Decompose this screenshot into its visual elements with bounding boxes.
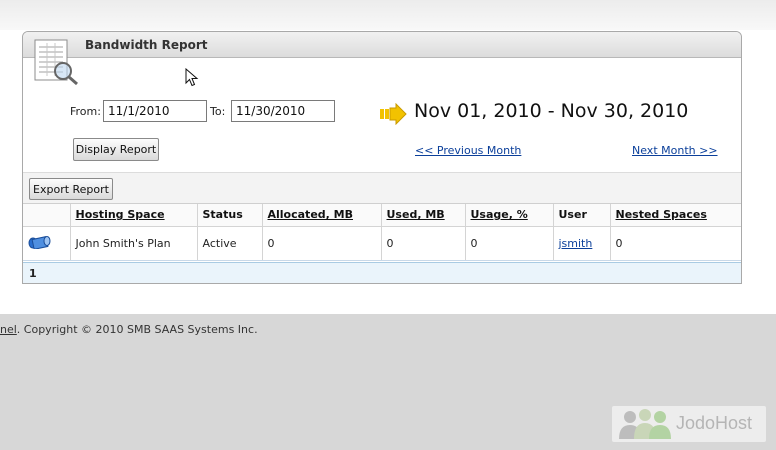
from-label: From:	[70, 105, 101, 118]
previous-month-link[interactable]: << Previous Month	[415, 144, 521, 157]
cell-hosting-space: John Smith's Plan	[70, 226, 198, 261]
column-header-status: Status	[197, 204, 263, 227]
top-band	[0, 0, 776, 30]
table-row: John Smith's Plan Active 0 0 0 jsmith 0	[23, 226, 741, 261]
panel-title: Bandwidth Report	[85, 38, 208, 52]
to-date-input[interactable]	[231, 100, 335, 122]
cell-nested-spaces: 0	[610, 226, 741, 261]
cell-allocated: 0	[262, 226, 382, 261]
user-link[interactable]: jsmith	[559, 237, 593, 250]
column-header-hosting-space[interactable]: Hosting Space	[70, 204, 198, 227]
row-icon-cell	[23, 226, 71, 261]
next-month-link[interactable]: Next Month >>	[632, 144, 718, 157]
people-icon	[619, 409, 671, 439]
hosting-space-icon	[28, 235, 51, 250]
display-report-button[interactable]: Display Report	[73, 138, 159, 161]
pager: 1	[23, 262, 741, 283]
watermark-text: JodoHost	[676, 413, 753, 433]
cell-usage: 0	[465, 226, 554, 261]
arrow-right-icon	[380, 103, 407, 125]
bandwidth-report-panel: Bandwidth Report From: To: Nov 01, 2010 …	[22, 31, 742, 284]
table-header-row: Hosting Space Status Allocated, MB Used,…	[23, 204, 741, 227]
mouse-cursor-icon	[185, 68, 199, 87]
cell-used: 0	[381, 226, 466, 261]
column-header-allocated[interactable]: Allocated, MB	[262, 204, 382, 227]
to-label: To:	[210, 105, 226, 118]
from-date-input[interactable]	[103, 100, 207, 122]
copyright: nel. Copyright © 2010 SMB SAAS Systems I…	[0, 323, 258, 336]
cell-status: Active	[197, 226, 263, 261]
column-header-label: User	[558, 208, 587, 222]
control-panel-link[interactable]: nel	[0, 323, 17, 336]
panel-header: Bandwidth Report	[23, 32, 741, 58]
footer: nel. Copyright © 2010 SMB SAAS Systems I…	[0, 314, 776, 450]
export-report-button[interactable]: Export Report	[29, 178, 113, 200]
column-header-used[interactable]: Used, MB	[381, 204, 466, 227]
column-header-label: Status	[202, 208, 243, 222]
copyright-text: . Copyright © 2010 SMB SAAS Systems Inc.	[16, 323, 258, 336]
date-range-title: Nov 01, 2010 - Nov 30, 2010	[414, 100, 689, 122]
watermark: JodoHost	[612, 406, 766, 442]
column-header-user: User	[553, 204, 611, 227]
column-header-label: Nested Spaces	[615, 208, 707, 222]
column-header-usage[interactable]: Usage, %	[465, 204, 554, 227]
column-header-label: Allocated, MB	[267, 208, 354, 222]
pager-current-page[interactable]: 1	[29, 267, 37, 280]
column-header-label: Used, MB	[386, 208, 445, 222]
report-toolbar: Export Report	[23, 172, 741, 204]
column-header-icon	[23, 204, 71, 227]
cell-user: jsmith	[553, 226, 611, 261]
report-magnifier-icon	[34, 39, 78, 86]
column-header-label: Usage, %	[470, 208, 528, 222]
column-header-label: Hosting Space	[75, 208, 165, 222]
bandwidth-table: Hosting Space Status Allocated, MB Used,…	[23, 204, 741, 261]
column-header-nested-spaces[interactable]: Nested Spaces	[610, 204, 741, 227]
